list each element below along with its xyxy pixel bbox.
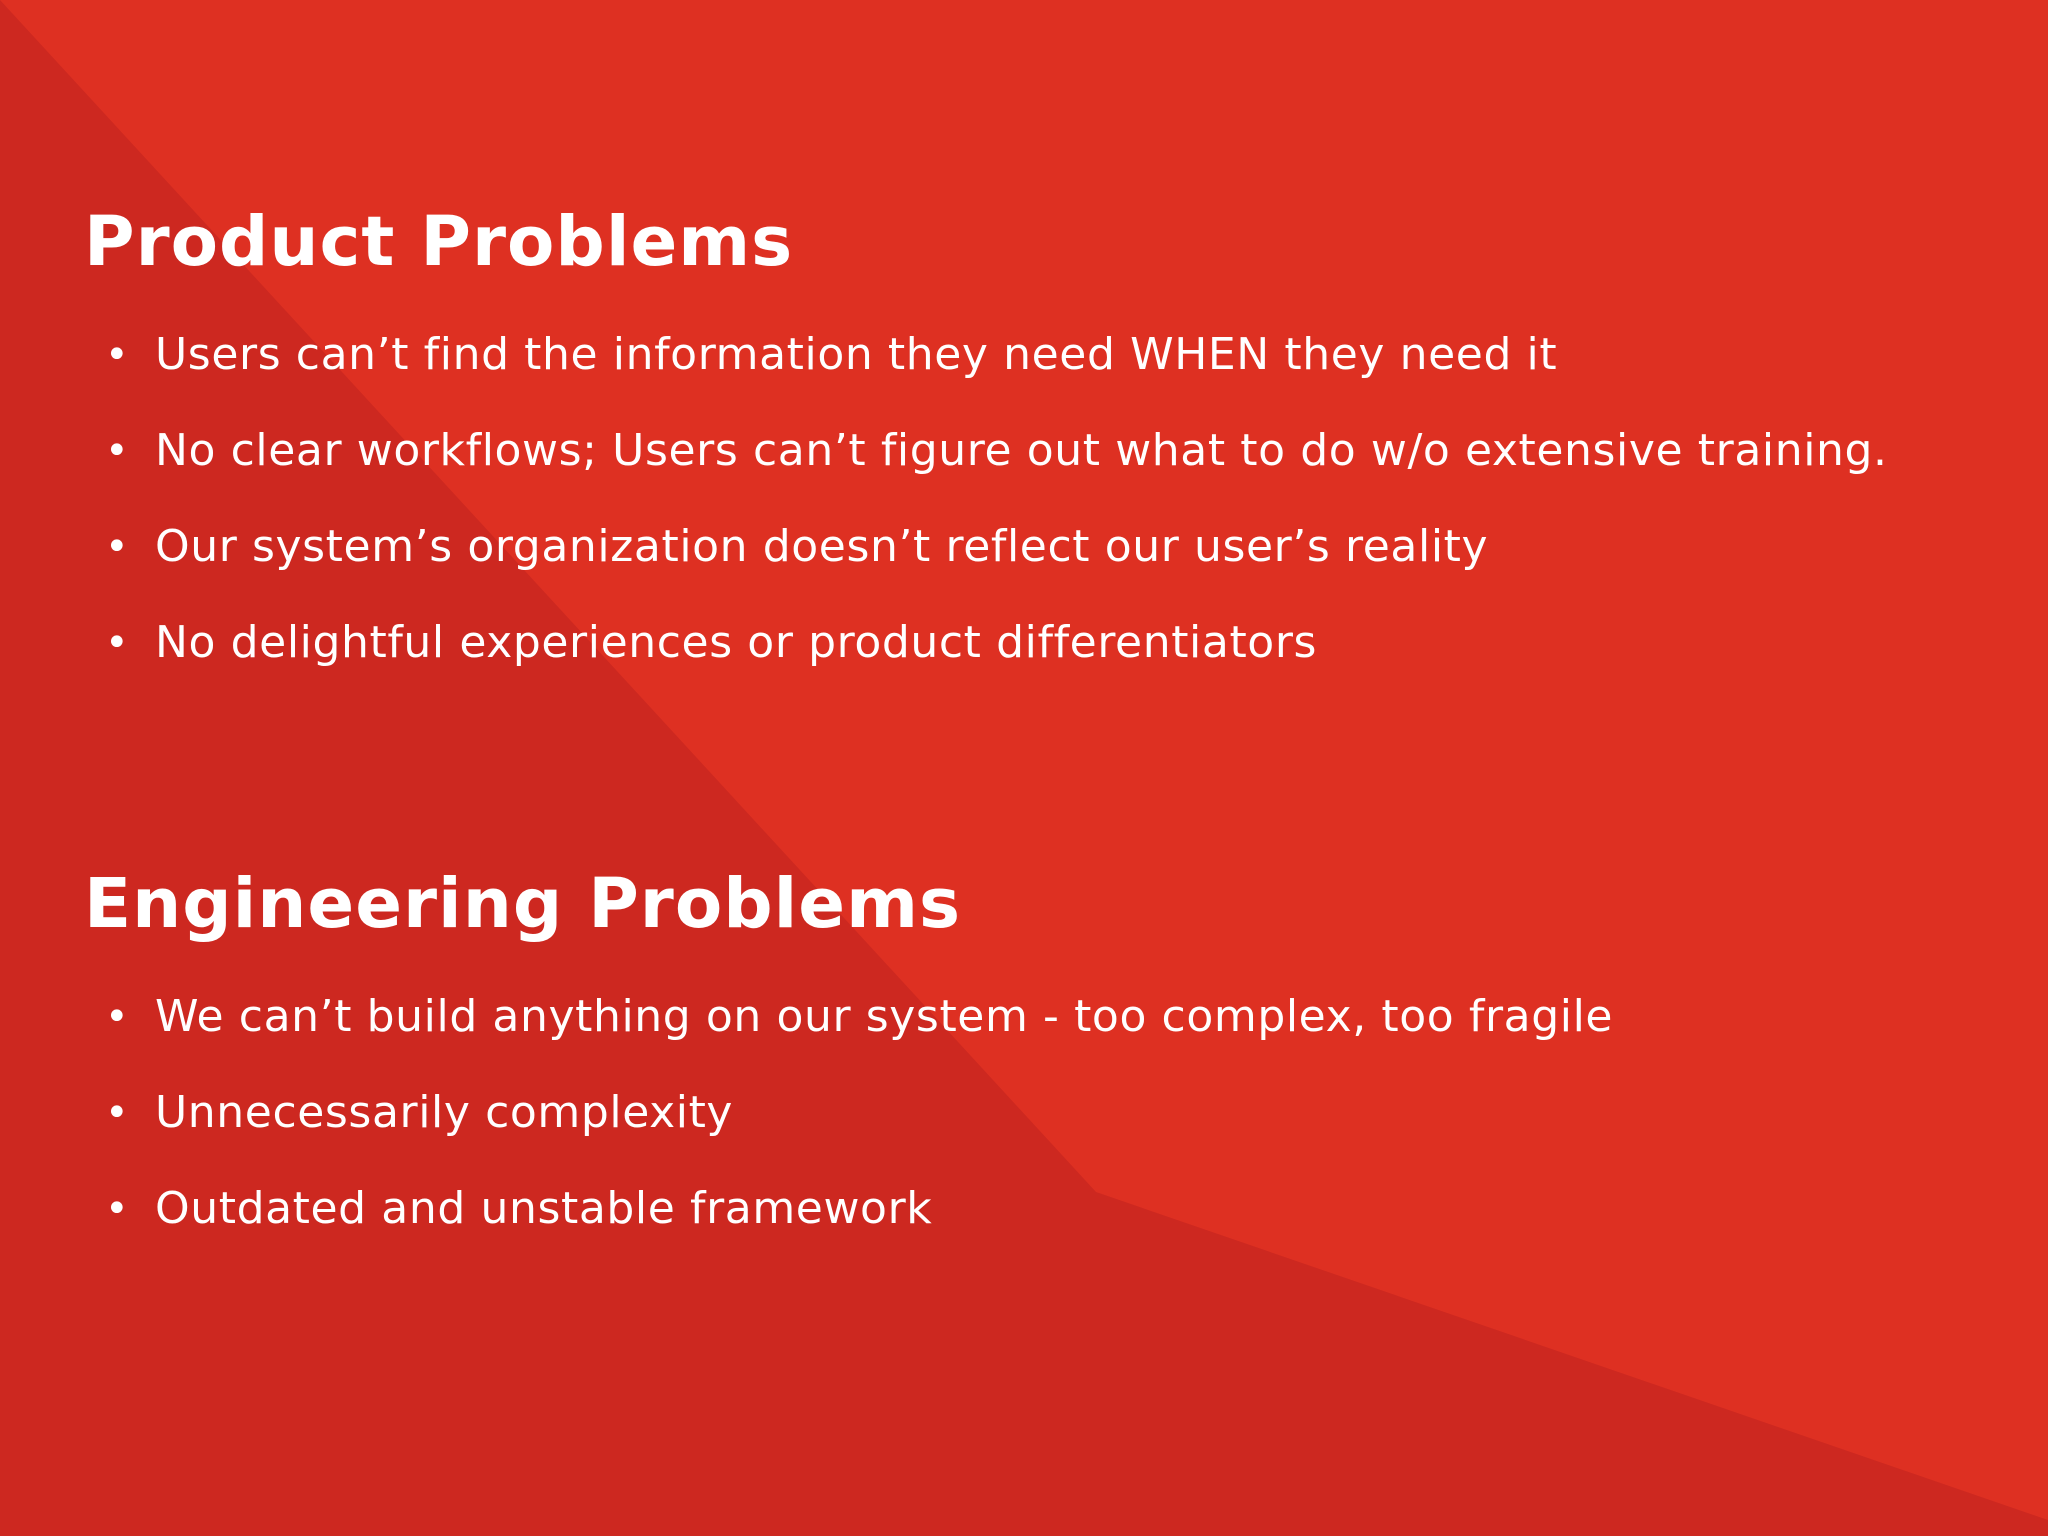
list-item: • We can’t build anything on our system -… bbox=[84, 969, 1613, 1065]
list-item: • Unnecessarily complexity bbox=[84, 1065, 1613, 1161]
engineering-problems-heading: Engineering Problems bbox=[84, 864, 962, 944]
bullet-icon: • bbox=[105, 524, 130, 570]
bullet-icon: • bbox=[105, 1090, 130, 1136]
bullet-icon: • bbox=[105, 332, 130, 378]
list-item-text: We can’t build anything on our system - … bbox=[155, 991, 1614, 1042]
list-item: • No delightful experiences or product di… bbox=[84, 595, 1888, 691]
bullet-icon: • bbox=[105, 994, 130, 1040]
list-item: • Outdated and unstable framework bbox=[84, 1161, 1613, 1257]
list-item-text: Outdated and unstable framework bbox=[155, 1183, 933, 1234]
bullet-icon: • bbox=[105, 1186, 130, 1232]
list-item: • Our system’s organization doesn’t refle… bbox=[84, 499, 1888, 595]
list-item-text: Unnecessarily complexity bbox=[155, 1087, 734, 1138]
list-item: • Users can’t find the information they n… bbox=[84, 307, 1888, 403]
bullet-icon: • bbox=[105, 428, 130, 474]
list-item: • No clear workflows; Users can’t figure … bbox=[84, 403, 1888, 499]
engineering-problems-list: • We can’t build anything on our system -… bbox=[84, 969, 1613, 1257]
product-problems-list: • Users can’t find the information they n… bbox=[84, 307, 1888, 691]
list-item-text: No clear workflows; Users can’t figure o… bbox=[155, 425, 1888, 476]
list-item-text: Users can’t find the information they ne… bbox=[155, 329, 1558, 380]
engineering-problems-section: Engineering Problems • We can’t build any… bbox=[84, 870, 1613, 1257]
product-problems-heading: Product Problems bbox=[84, 202, 794, 282]
list-item-text: Our system’s organization doesn’t reflec… bbox=[155, 521, 1489, 572]
list-item-text: No delightful experiences or product dif… bbox=[155, 617, 1318, 668]
product-problems-section: Product Problems • Users can’t find the i… bbox=[84, 208, 1888, 691]
bullet-icon: • bbox=[105, 620, 130, 666]
